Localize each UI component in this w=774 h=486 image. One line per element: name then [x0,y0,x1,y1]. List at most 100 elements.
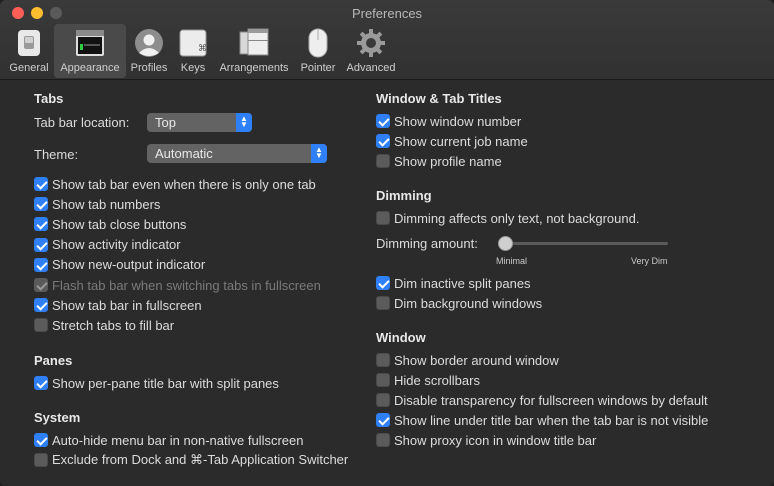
tab-label: Arrangements [219,62,289,74]
checkbox-checked[interactable] [34,298,48,313]
tab-arrangements[interactable]: Arrangements [214,24,294,78]
checkbox-unchecked[interactable] [376,373,390,387]
checkbox-unchecked[interactable] [376,393,390,407]
checkbox-row[interactable]: Show tab numbers [34,195,160,213]
checkbox-row[interactable]: Show activity indicator [34,236,181,254]
checkbox-row[interactable]: Hide scrollbars [376,371,480,389]
checkbox-label: Show current job name [394,133,528,149]
checkbox-unchecked[interactable] [34,318,48,333]
tab-general[interactable]: General [6,24,52,78]
checkbox-row[interactable]: Stretch tabs to fill bar [34,316,174,334]
dimming-heading: Dimming [376,188,432,203]
checkbox-label: Hide scrollbars [394,372,480,388]
checkbox-row[interactable]: Dim background windows [376,294,542,312]
checkbox-label: Show tab bar in fullscreen [52,297,202,313]
checkbox-row[interactable]: Auto-hide menu bar in non-native fullscr… [34,431,303,449]
tab-bar-location-label: Tab bar location: [34,115,130,130]
theme-value: Automatic [155,146,213,161]
checkbox-checked[interactable] [34,376,48,390]
checkbox-unchecked[interactable] [376,296,390,310]
checkbox-checked[interactable] [376,413,390,427]
checkbox-row[interactable]: Show border around window [376,351,559,369]
checkbox-label: Show per-pane title bar with split panes [52,375,279,391]
tab-label: Advanced [346,62,396,74]
window-title: Preferences [351,6,423,21]
checkbox-checked[interactable] [34,217,48,232]
checkbox-label: Dim inactive split panes [394,275,531,291]
tab-profiles[interactable]: Profiles [126,24,172,78]
checkbox-checked[interactable] [376,134,390,148]
chevron-updown-icon: ▲ ▼ [311,144,327,163]
checkbox-row[interactable]: Show tab bar even when there is only one… [34,175,316,193]
window-tab-titles-heading: Window & Tab Titles [376,91,502,106]
checkbox-row[interactable]: Show tab close buttons [34,215,186,233]
checkbox-row[interactable]: Show window number [376,112,521,130]
checkbox-row[interactable]: Show proxy icon in window title bar [376,431,596,449]
checkbox-row[interactable]: Show per-pane title bar with split panes [34,374,279,392]
checkbox-checked[interactable] [376,114,390,128]
system-heading: System [34,410,81,425]
checkbox-label: Show tab close buttons [52,216,187,232]
checkbox-checked [34,278,48,292]
checkbox-row[interactable]: Show tab bar in fullscreen [34,296,202,314]
checkbox-label: Show new-output indicator [52,257,206,273]
checkbox-label: Dim background windows [394,295,543,311]
checkbox-row[interactable]: Show new-output indicator [34,256,205,274]
checkbox-row[interactable]: Show current job name [376,132,528,150]
window-arrangement-icon [238,28,270,61]
checkbox-checked[interactable] [34,237,48,252]
svg-text:⌘: ⌘ [198,44,207,54]
checkbox-checked[interactable] [34,177,48,191]
checkbox-checked[interactable] [34,257,48,272]
switch-icon [15,28,43,61]
checkbox-label: Flash tab bar when switching tabs in ful… [52,277,321,293]
preferences-window: Preferences General Appearance Profiles … [0,0,774,486]
checkbox-row[interactable]: Dim inactive split panes [376,274,531,292]
checkbox-unchecked[interactable] [376,433,390,447]
gear-icon [356,28,386,61]
tab-pointer[interactable]: Pointer [296,24,340,78]
checkbox-label: Show line under title bar when the tab b… [394,412,709,428]
title-bar: Preferences General Appearance Profiles … [0,0,774,80]
dimming-amount-label: Dimming amount: [376,236,478,251]
checkbox-row[interactable]: Dimming affects only text, not backgroun… [376,209,639,227]
panes-heading: Panes [34,353,73,368]
checkbox-checked[interactable] [34,197,48,212]
checkbox-label: Dimming affects only text, not backgroun… [394,210,640,226]
theme-select[interactable]: Automatic ▲ ▼ [147,144,327,163]
checkbox-label: Show profile name [394,153,502,169]
checkbox-label: Exclude from Dock and ⌘-Tab Application … [52,452,349,467]
checkbox-checked[interactable] [34,433,48,447]
tab-label: Appearance [60,62,120,74]
checkbox-label: Show tab numbers [52,196,161,212]
tab-label: Pointer [300,62,336,74]
checkbox-unchecked[interactable] [376,353,390,367]
tab-bar-location-value: Top [155,115,176,130]
checkbox-checked[interactable] [376,276,390,290]
tab-label: General [9,62,49,74]
dimming-amount-slider-knob[interactable] [498,236,513,251]
tabs-heading: Tabs [34,91,64,106]
slider-min-label: Minimal [496,256,528,266]
mouse-icon [306,28,330,61]
checkbox-row[interactable]: Show profile name [376,152,502,170]
checkbox-row[interactable]: Exclude from Dock and ⌘-Tab Application … [34,451,348,469]
checkbox-unchecked[interactable] [376,211,390,225]
tab-advanced[interactable]: Advanced [342,24,400,78]
keyboard-key-icon: ⌘ [178,28,208,61]
tab-appearance[interactable]: Appearance [54,24,126,78]
checkbox-row[interactable]: Disable transparency for fullscreen wind… [376,391,708,409]
checkbox-row: Flash tab bar when switching tabs in ful… [34,276,321,294]
dimming-amount-slider-track[interactable] [498,242,668,245]
checkbox-row[interactable]: Show line under title bar when the tab b… [376,411,708,429]
checkbox-label: Auto-hide menu bar in non-native fullscr… [52,432,304,448]
checkbox-label: Show tab bar even when there is only one… [52,176,316,192]
tab-bar-location-select[interactable]: Top ▲ ▼ [147,113,252,132]
tab-keys[interactable]: ⌘ Keys [174,24,212,78]
checkbox-unchecked[interactable] [376,154,390,168]
checkbox-label: Show window number [394,113,522,129]
tab-label: Keys [180,62,206,74]
appearance-panel: Tabs Tab bar location: Top ▲ ▼ Theme: Aut… [0,81,774,486]
checkbox-unchecked[interactable] [34,453,48,467]
terminal-window-icon [75,28,105,61]
